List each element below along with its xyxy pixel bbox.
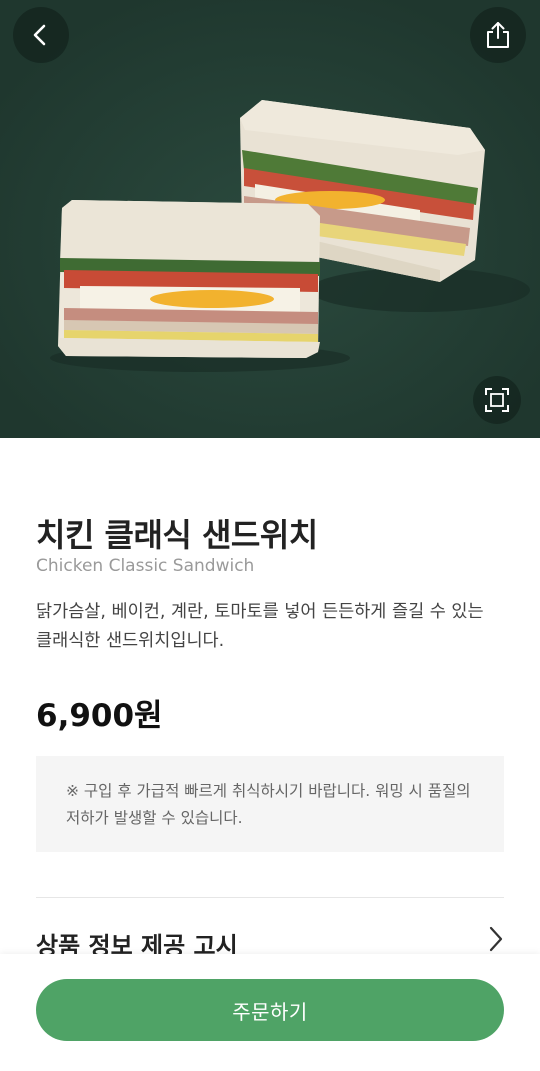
divider — [36, 897, 504, 898]
notice-text: ※ 구입 후 가급적 빠르게 취식하시기 바랍니다. 워밍 시 품질의 저하가 … — [66, 782, 471, 827]
back-button[interactable] — [13, 7, 69, 63]
product-name-english: Chicken Classic Sandwich — [36, 556, 255, 576]
product-name: 치킨 클래식 샌드위치 — [36, 516, 318, 554]
bottom-action-bar: 주문하기 — [0, 954, 540, 1071]
order-button[interactable]: 주문하기 — [36, 979, 504, 1041]
chevron-right-icon — [489, 926, 503, 952]
chevron-left-icon — [33, 24, 46, 46]
product-price: 6,900원 — [36, 698, 163, 734]
sandwich-image — [0, 0, 540, 438]
order-button-label: 주문하기 — [232, 999, 308, 1024]
share-button[interactable] — [470, 7, 526, 63]
product-info-notice-link[interactable]: 상품 정보 제공 고시 — [36, 920, 504, 960]
share-icon — [487, 22, 509, 48]
zoom-button[interactable] — [473, 376, 521, 424]
notice-box: ※ 구입 후 가급적 빠르게 취식하시기 바랍니다. 워밍 시 품질의 저하가 … — [36, 756, 504, 852]
product-image-area — [0, 0, 540, 438]
expand-icon — [485, 388, 509, 412]
product-description: 닭가슴살, 베이컨, 계란, 토마토를 넣어 든든하게 즐길 수 있는 클래식한… — [36, 602, 484, 651]
